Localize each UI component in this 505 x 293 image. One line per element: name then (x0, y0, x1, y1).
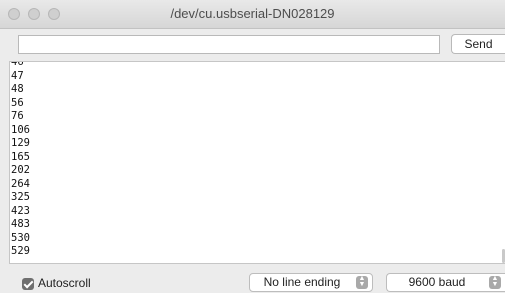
baud-rate-value: 9600 baud (408, 275, 466, 289)
output-line: 483 (11, 218, 30, 230)
select-arrows-icon: ▲ ▼ (489, 275, 501, 289)
output-line: 325 (11, 191, 30, 203)
line-ending-value: No line ending (263, 275, 341, 289)
output-line: 56 (11, 96, 24, 109)
baud-rate-select[interactable]: 9600 baud ▲ ▼ (386, 273, 505, 292)
autoscroll-checkbox[interactable] (22, 278, 34, 290)
output-line: 423 (11, 204, 30, 217)
output-line: 47 (11, 69, 24, 82)
serial-monitor-window: /dev/cu.usbserial-DN028129 Send 46 47 48 56… (0, 0, 505, 293)
output-line: 529 (11, 245, 30, 257)
output-line: 106 (11, 123, 30, 136)
output-line: 76 (11, 110, 24, 122)
output-line: 48 (11, 83, 24, 95)
output-line: 530 (11, 231, 30, 244)
line-ending-select[interactable]: No line ending ▲ ▼ (249, 273, 373, 292)
send-button[interactable]: Send (451, 34, 505, 54)
autoscroll-label: Autoscroll (38, 276, 91, 290)
window-title: /dev/cu.usbserial-DN028129 (170, 6, 335, 21)
title-bar: /dev/cu.usbserial-DN028129 (0, 0, 505, 29)
output-line: 165 (11, 150, 30, 163)
output-line: 264 (11, 177, 30, 190)
serial-send-input[interactable] (18, 35, 440, 54)
output-line: 46 (11, 61, 24, 68)
serial-output-area[interactable]: 46 47 48 56 76 106 129 165 202 264 325 423 483 530 529 (9, 61, 505, 264)
serial-output-lines: 46 47 48 56 76 106 129 165 202 264 325 423 483 530 529 (11, 61, 30, 259)
select-arrows-icon: ▲ ▼ (356, 275, 368, 289)
output-line: 129 (11, 137, 30, 149)
output-line: 202 (11, 164, 30, 176)
